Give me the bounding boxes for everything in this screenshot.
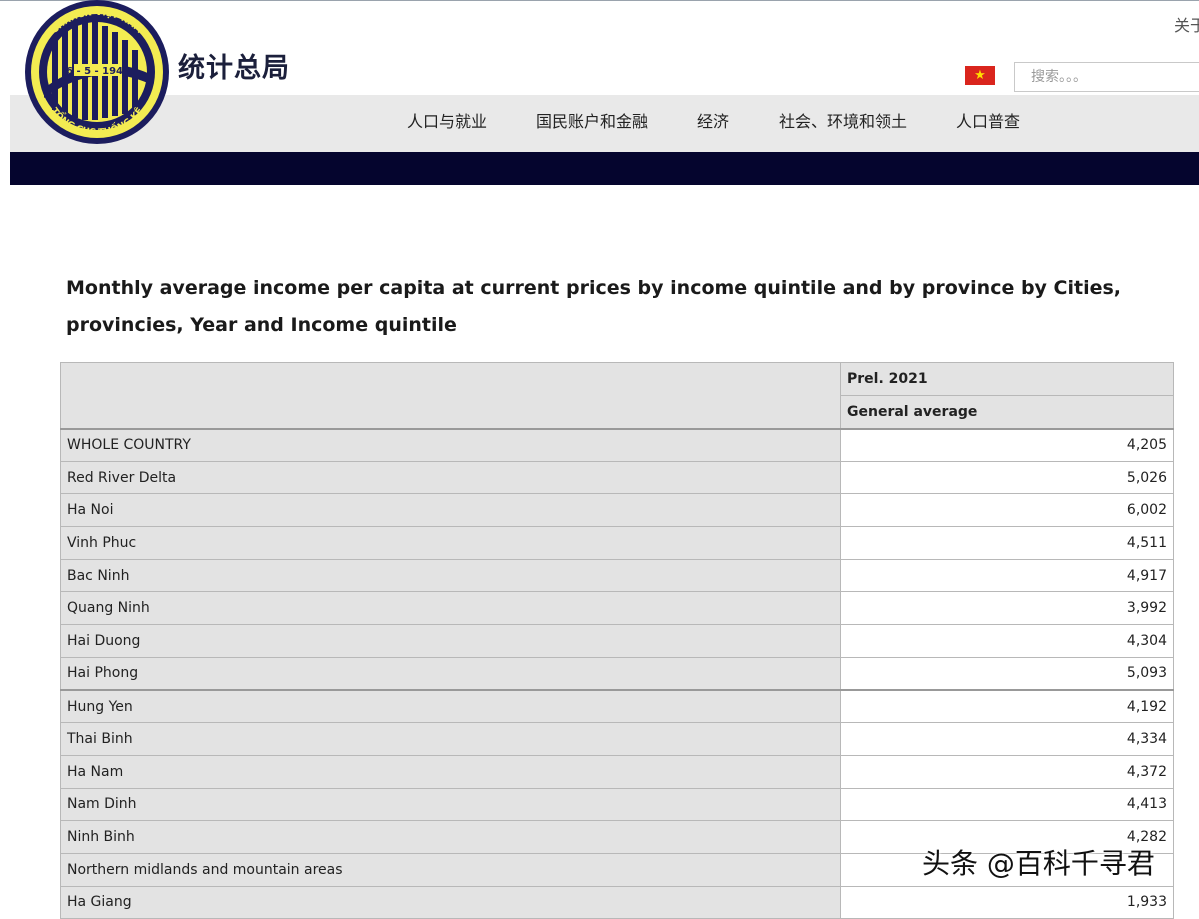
nav-national-accounts-finance[interactable]: 国民账户和金融	[536, 108, 648, 132]
row-label: Vinh Phuc	[60, 526, 841, 560]
gso-logo[interactable]: 6 - 5 - 1946 CHXHCN VIỆT NAM TỔNG CỤC TH…	[22, 0, 172, 146]
table-row: Bac Ninh 4,917	[60, 558, 1174, 593]
income-table: Prel. 2021 General average WHOLE COUNTRY…	[60, 362, 1174, 919]
table-row: Ha Noi 6,002	[60, 493, 1174, 528]
row-label: Red River Delta	[60, 460, 841, 495]
table-row: Nam Dinh 4,413	[60, 787, 1174, 822]
column-header-year[interactable]: Prel. 2021	[840, 362, 1174, 396]
row-value: 4,304	[840, 624, 1174, 658]
nav-population-census[interactable]: 人口普查	[956, 108, 1020, 132]
row-label: Hai Duong	[60, 624, 841, 658]
nav-society-environment-territory[interactable]: 社会、环境和领土	[779, 108, 907, 132]
row-value: 6,002	[840, 493, 1174, 528]
row-label: Thai Binh	[60, 722, 841, 756]
row-label: Ninh Binh	[60, 820, 841, 854]
row-value: 4,917	[840, 558, 1174, 593]
search-input[interactable]	[1015, 63, 1199, 91]
table-corner-cell	[60, 362, 841, 429]
row-value: 4,372	[840, 754, 1174, 789]
row-value: 5,026	[840, 460, 1174, 495]
row-value: 4,192	[840, 689, 1174, 724]
row-label: Bac Ninh	[60, 558, 841, 593]
table-row: Hai Duong 4,304	[60, 624, 1174, 658]
row-value: 4,334	[840, 722, 1174, 756]
row-label: Nam Dinh	[60, 787, 841, 822]
about-link[interactable]: 关于	[1174, 12, 1199, 36]
row-label: Hung Yen	[60, 689, 841, 724]
row-label: Quang Ninh	[60, 591, 841, 626]
table-row: Thai Binh 4,334	[60, 722, 1174, 756]
row-label: Northern midlands and mountain areas	[60, 852, 841, 887]
row-label: Hai Phong	[60, 656, 841, 691]
table-title: Monthly average income per capita at cur…	[66, 277, 1122, 336]
row-label: Ha Giang	[60, 885, 841, 919]
table-row: Quang Ninh 3,992	[60, 591, 1174, 626]
header-band	[10, 152, 1199, 185]
vietnam-flag-icon[interactable]: ★	[965, 66, 995, 85]
row-value: 3,992	[840, 591, 1174, 626]
row-value: 4,413	[840, 787, 1174, 822]
row-value: 4,511	[840, 526, 1174, 560]
row-label: Ha Nam	[60, 754, 841, 789]
table-row: Vinh Phuc 4,511	[60, 526, 1174, 560]
row-value: 5,093	[840, 656, 1174, 691]
row-label: Ha Noi	[60, 493, 841, 528]
top-border	[0, 0, 1199, 1]
table-row: Ha Nam 4,372	[60, 754, 1174, 789]
logo-date-text: 6 - 5 - 1946	[66, 66, 130, 77]
search-box[interactable]	[1014, 62, 1199, 92]
table-row: WHOLE COUNTRY 4,205	[60, 427, 1174, 462]
row-value: 4,205	[840, 427, 1174, 462]
watermark-text: 头条 @百科千寻君	[922, 847, 1155, 880]
brand-title[interactable]: 统计总局	[178, 46, 290, 85]
table-row: Hung Yen 4,192	[60, 689, 1174, 724]
star-icon: ★	[974, 68, 986, 83]
table-row: Ha Giang 1,933	[60, 885, 1174, 919]
column-header-quintile[interactable]: General average	[840, 395, 1174, 429]
row-label: WHOLE COUNTRY	[60, 427, 841, 462]
table-row: Hai Phong 5,093	[60, 656, 1174, 691]
nav-economy[interactable]: 经济	[697, 108, 729, 132]
row-value: 1,933	[840, 885, 1174, 919]
nav-population-employment[interactable]: 人口与就业	[407, 108, 487, 132]
table-row: Red River Delta 5,026	[60, 460, 1174, 495]
